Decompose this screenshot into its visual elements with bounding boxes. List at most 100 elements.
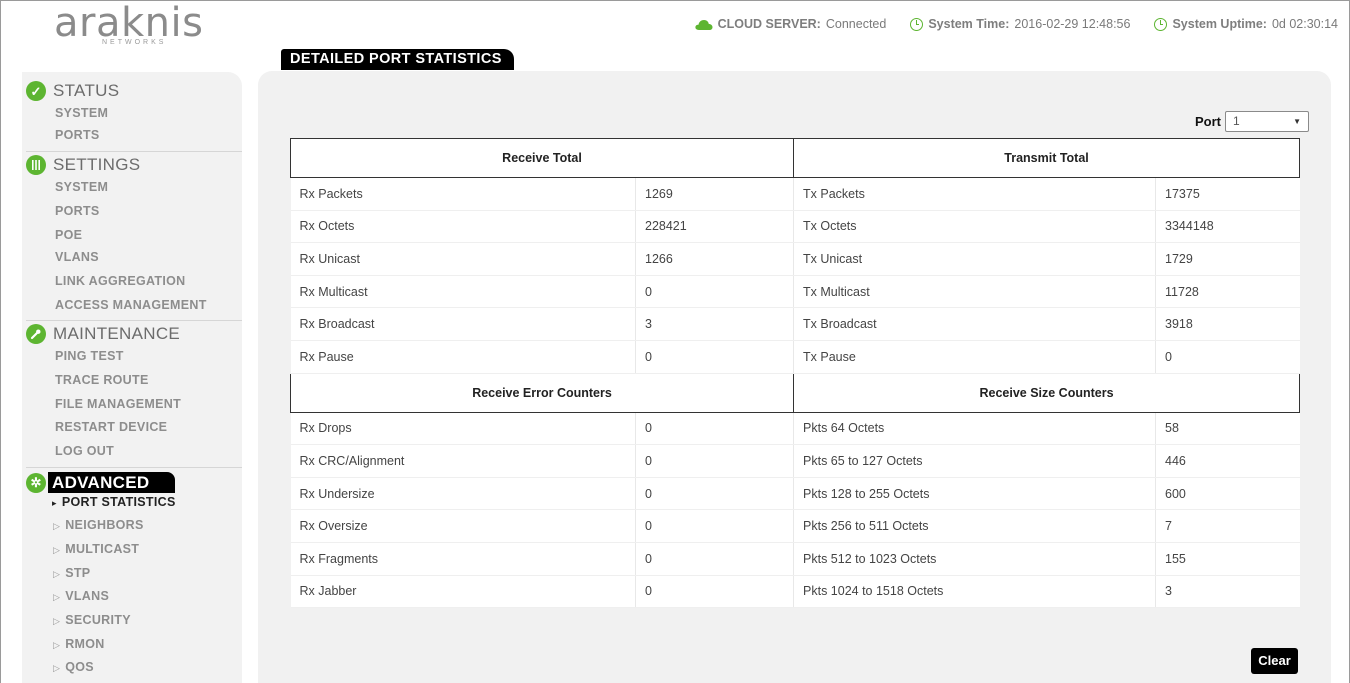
table-cell: 1729 <box>1155 242 1300 276</box>
uptime-label: System Uptime: <box>1172 17 1267 31</box>
sidebar-item-file-management[interactable]: FILE MANAGEMENT <box>55 397 181 411</box>
sidebar-item-multicast[interactable]: ▷ MULTICAST <box>53 542 139 556</box>
table-row: Rx Packets 1269 Tx Packets 17375 <box>290 177 1300 211</box>
triangle-right-icon: ▷ <box>53 663 61 673</box>
sidebar-item-status-system[interactable]: SYSTEM <box>55 106 108 120</box>
table-cell: Tx Pause <box>793 340 1157 374</box>
triangle-right-icon: ▷ <box>53 545 61 555</box>
sidebar-item-advanced-vlans[interactable]: ▷ VLANS <box>53 589 109 603</box>
sidebar-item-vlans[interactable]: VLANS <box>55 250 99 264</box>
cloud-icon <box>694 19 713 30</box>
sidebar-item-neighbors[interactable]: ▷ NEIGHBORS <box>53 518 144 532</box>
table-cell: Rx Pause <box>290 340 636 374</box>
table-row: Rx Oversize 0 Pkts 256 to 511 Octets 7 <box>290 509 1300 543</box>
table-cell: Tx Multicast <box>793 275 1157 309</box>
sidebar-item-rmon[interactable]: ▷ RMON <box>53 637 105 651</box>
table-row: Rx Multicast 0 Tx Multicast 11728 <box>290 275 1300 309</box>
sidebar-section-settings[interactable]: SETTINGS <box>26 155 140 175</box>
gear-icon: ✲ <box>26 472 46 493</box>
table-row: Rx Jabber 0 Pkts 1024 to 1518 Octets 3 <box>290 575 1300 609</box>
table-section-header: Receive Error Counters Receive Size Count… <box>289 372 1301 413</box>
sidebar-item-label: RMON <box>65 637 105 651</box>
divider <box>26 151 242 152</box>
table-row: Rx Octets 228421 Tx Octets 3344148 <box>290 210 1300 244</box>
sidebar-item-port-statistics[interactable]: ▸ PORT STATISTICS <box>52 495 176 509</box>
sidebar-item-access-management[interactable]: ACCESS MANAGEMENT <box>55 298 207 312</box>
table-cell: 3918 <box>1155 307 1300 341</box>
sidebar-item-label: PORT STATISTICS <box>61 495 176 509</box>
table-cell: Rx Multicast <box>290 275 636 309</box>
port-dropdown[interactable]: 1 ▼ <box>1225 111 1309 132</box>
triangle-right-icon: ▸ <box>52 498 57 508</box>
sidebar-item-trace-route[interactable]: TRACE ROUTE <box>55 373 149 387</box>
sidebar-item-link-aggregation[interactable]: LINK AGGREGATION <box>55 274 186 288</box>
uptime-value: 0d 02:30:14 <box>1271 17 1338 31</box>
table-cell: Rx Jabber <box>290 575 636 609</box>
table-cell: 0 <box>635 477 795 511</box>
sidebar-section-advanced[interactable]: ✲ ADVANCED <box>26 472 176 493</box>
table-row: Rx Pause 0 Tx Pause 0 <box>290 340 1300 374</box>
logo-wordmark: araknis <box>54 0 204 46</box>
triangle-right-icon: ▷ <box>53 592 61 602</box>
table-row: Rx Fragments 0 Pkts 512 to 1023 Octets 155 <box>290 542 1300 576</box>
triangle-right-icon: ▷ <box>53 521 61 531</box>
table-cell: Pkts 1024 to 1518 Octets <box>793 575 1157 609</box>
table-cell: 0 <box>635 275 795 309</box>
table-cell: Rx Octets <box>290 210 636 244</box>
table-cell: 228421 <box>635 210 795 244</box>
triangle-right-icon: ▷ <box>53 616 61 626</box>
sidebar-item-label: VLANS <box>65 589 110 603</box>
sidebar-item-label: SECURITY <box>65 613 131 627</box>
clear-button[interactable]: Clear <box>1251 648 1298 674</box>
port-label: Port <box>1195 114 1221 129</box>
table-cell: 446 <box>1155 444 1300 478</box>
table-cell: Rx Fragments <box>290 542 636 576</box>
section-header-right: Receive Size Counters <box>793 372 1301 413</box>
table-cell: Rx CRC/Alignment <box>290 444 636 478</box>
table-cell: Tx Octets <box>793 210 1157 244</box>
table-cell: Tx Packets <box>793 177 1157 211</box>
sidebar-item-ping-test[interactable]: PING TEST <box>55 349 124 363</box>
sidebar-item-status-ports[interactable]: PORTS <box>55 128 100 142</box>
table-cell: Rx Oversize <box>290 509 636 543</box>
sidebar-item-security[interactable]: ▷ SECURITY <box>53 613 131 627</box>
table-cell: 600 <box>1155 477 1300 511</box>
sidebar-section-status[interactable]: ✓ STATUS <box>26 81 119 101</box>
table-row: Rx Broadcast 3 Tx Broadcast 3918 <box>290 307 1300 341</box>
table-cell: Pkts 65 to 127 Octets <box>793 444 1157 478</box>
system-uptime: System Uptime: 0d 02:30:14 <box>1154 17 1338 31</box>
sidebar-item-label: NEIGHBORS <box>65 518 144 532</box>
table-cell: Rx Packets <box>290 177 636 211</box>
section-label: MAINTENANCE <box>53 324 181 343</box>
table-cell: Pkts 512 to 1023 Octets <box>793 542 1157 576</box>
table-cell: 3344148 <box>1155 210 1300 244</box>
sidebar-item-stp[interactable]: ▷ STP <box>53 566 90 580</box>
table-cell: 0 <box>1155 340 1300 374</box>
table-cell: Rx Unicast <box>290 242 636 276</box>
sidebar-item-label: QOS <box>65 660 94 674</box>
table-row: Rx Drops 0 Pkts 64 Octets 58 <box>290 412 1300 446</box>
table-cell: 0 <box>635 542 795 576</box>
cloud-value: Connected <box>825 17 887 31</box>
table-cell: 1269 <box>635 177 795 211</box>
sidebar-item-poe[interactable]: POE <box>55 228 82 242</box>
table-cell: Pkts 64 Octets <box>793 412 1157 446</box>
table-cell: Tx Broadcast <box>793 307 1157 341</box>
sidebar-item-log-out[interactable]: LOG OUT <box>55 444 114 458</box>
table-cell: Pkts 256 to 511 Octets <box>793 509 1157 543</box>
sidebar-item-label: STP <box>65 566 91 580</box>
table-cell: 7 <box>1155 509 1300 543</box>
sidebar-section-maintenance[interactable]: MAINTENANCE <box>26 324 180 344</box>
sidebar-item-restart-device[interactable]: RESTART DEVICE <box>55 420 167 434</box>
table-cell: 3 <box>1155 575 1300 609</box>
table-cell: Rx Broadcast <box>290 307 636 341</box>
sidebar-item-settings-system[interactable]: SYSTEM <box>55 180 108 194</box>
sidebar-item-settings-ports[interactable]: PORTS <box>55 204 100 218</box>
table-cell: 1266 <box>635 242 795 276</box>
port-selector: Port 1 ▼ <box>1195 111 1309 132</box>
table-cell: Rx Undersize <box>290 477 636 511</box>
section-label: ADVANCED <box>48 472 176 493</box>
section-label: STATUS <box>53 81 120 100</box>
sidebar-item-qos[interactable]: ▷ QOS <box>53 660 94 674</box>
check-icon: ✓ <box>26 81 46 101</box>
